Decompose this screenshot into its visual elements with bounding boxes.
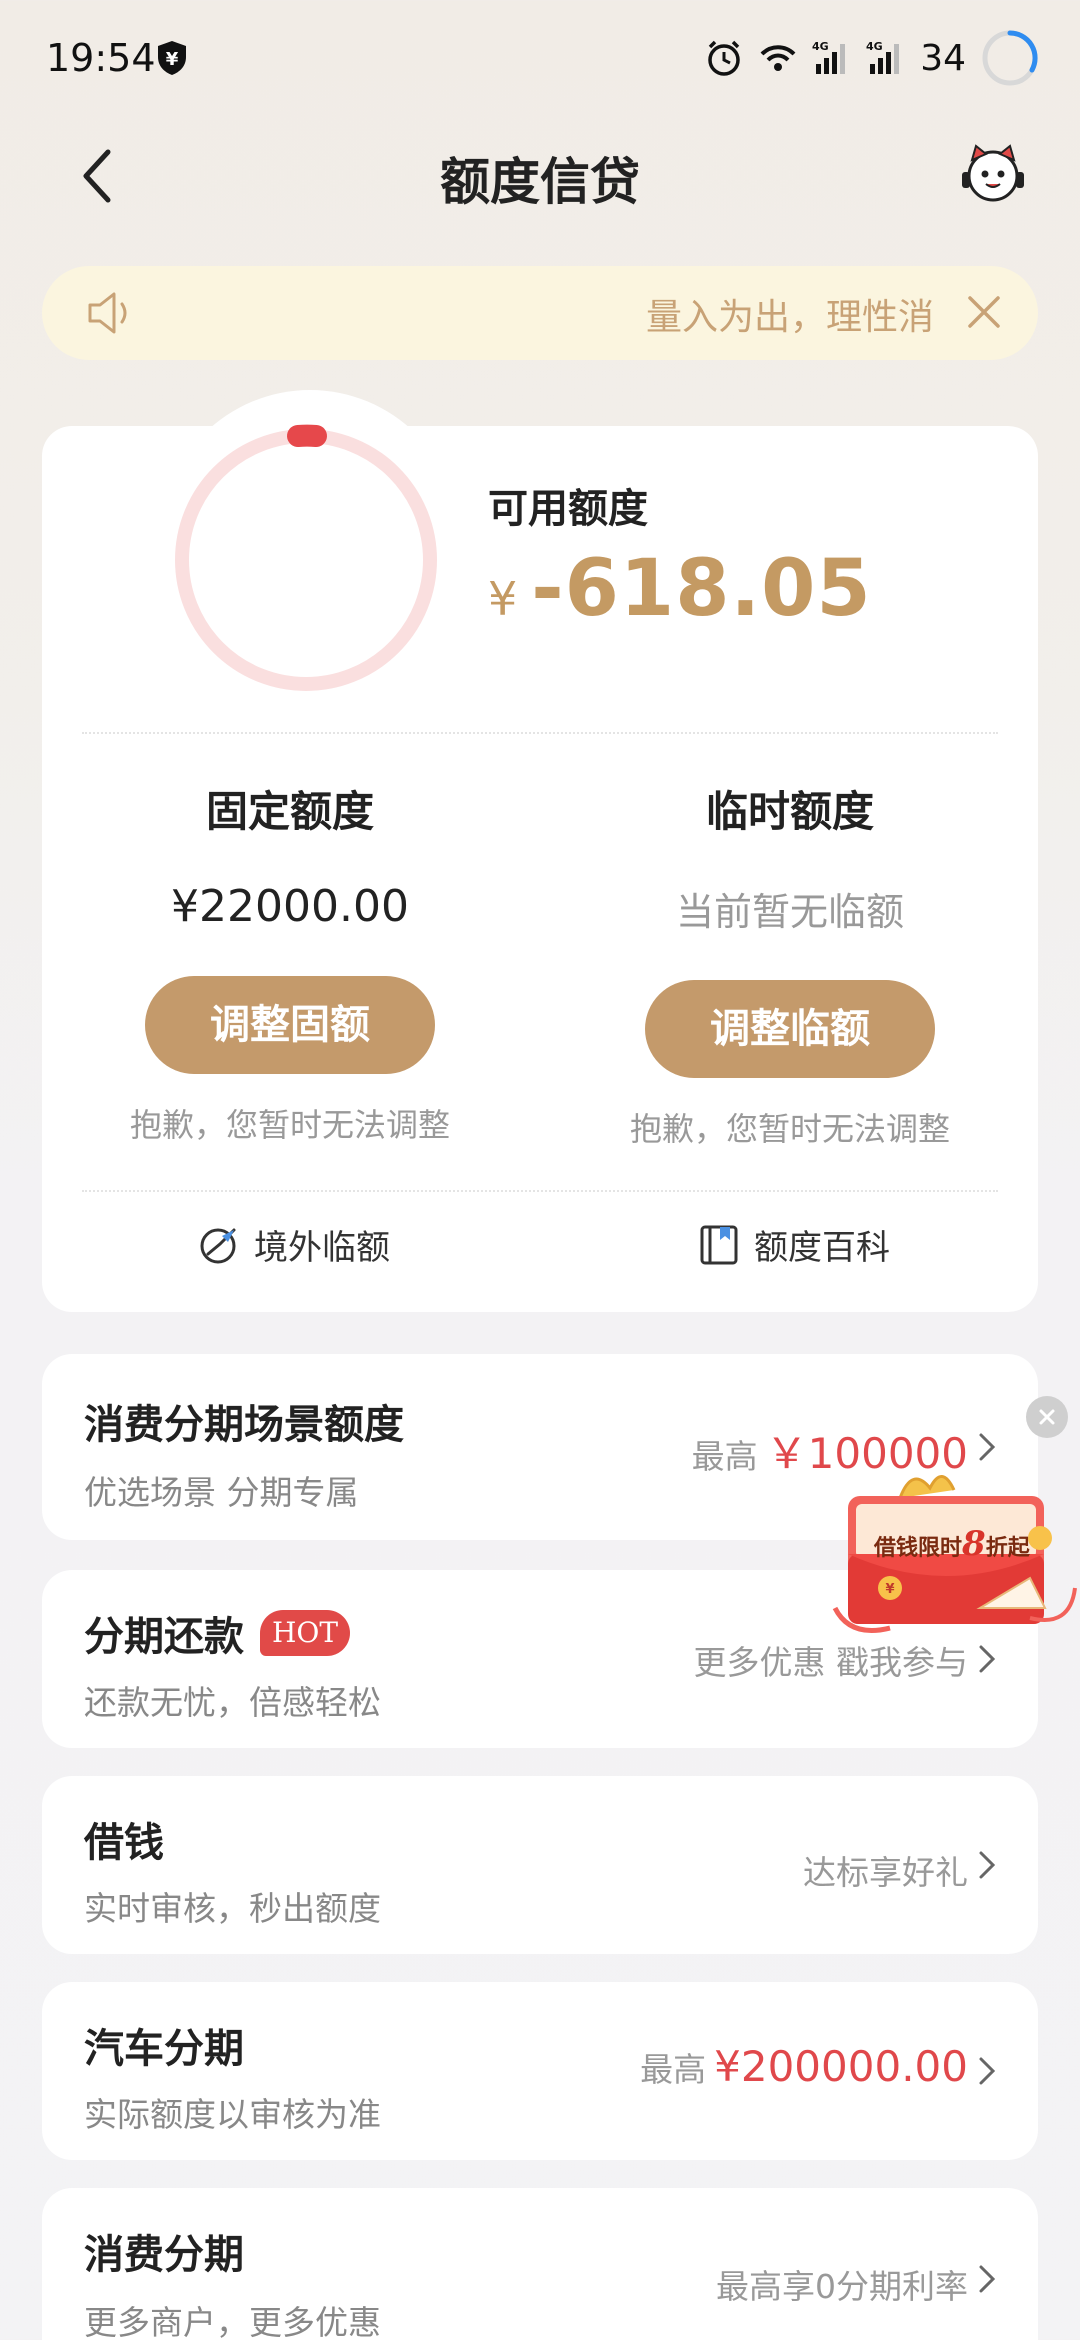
list-item-title: 汽车分期: [84, 2026, 244, 2072]
overseas-credit-link[interactable]: 境外临额: [198, 1220, 390, 1269]
list-item-subtitle: 还款无忧，倍感轻松: [84, 1683, 381, 1722]
list-item-consumer-installment[interactable]: 消费分期 更多商户，更多优惠 最高享0分期利率: [42, 2188, 1038, 2340]
list-item-subtitle: 更多商户，更多优惠: [84, 2303, 381, 2340]
promo-discount-number: 8: [962, 1524, 986, 1564]
adjust-fixed-button[interactable]: 调整固额: [145, 976, 435, 1074]
battery-ring-icon: [982, 30, 1038, 86]
list-item-subtitle: 实际额度以审核为准: [84, 2095, 381, 2134]
list-item-title: 消费分期: [84, 2232, 244, 2278]
promo-text-a: 借钱限时: [874, 1535, 963, 1561]
promo-text: 借钱限时8折起: [874, 1524, 1030, 1564]
status-time: 19:54: [46, 36, 156, 80]
fixed-credit-title: 固定额度: [205, 787, 374, 836]
promo-text-b: 折起: [985, 1535, 1030, 1561]
battery-level: 34: [920, 37, 966, 79]
list-item-right-text: 达标享好礼: [803, 1853, 968, 1892]
max-prefix: 最高: [691, 1437, 758, 1476]
book-icon: [700, 1225, 738, 1264]
currency-symbol: ¥: [488, 572, 518, 626]
list-item-title: 借钱: [84, 1820, 164, 1866]
wifi-icon: [760, 45, 796, 71]
adjust-temp-button[interactable]: 调整临额: [645, 980, 935, 1078]
temp-credit-note: 抱歉，您暂时无法调整: [629, 1110, 950, 1148]
nav-header: 额度信贷: [0, 120, 1080, 230]
mascot-avatar-icon[interactable]: [958, 138, 1028, 208]
svg-text:4G: 4G: [812, 40, 829, 53]
available-amount: -618.05: [531, 544, 872, 634]
chevron-right-icon: [979, 2057, 996, 2085]
temp-credit-value: 当前暂无临额: [675, 890, 904, 934]
credit-encyclopedia-label: 额度百科: [754, 1228, 890, 1268]
promo-red-envelope[interactable]: ¥ 借钱限时8折起: [830, 1458, 1080, 1678]
signal-4g-icon-2: 4G: [866, 40, 900, 74]
close-icon[interactable]: [964, 292, 1004, 332]
status-bar: 19:54 ¥ 4G 4G 34: [0, 0, 1080, 120]
notice-bar[interactable]: 量入为出，理性消: [42, 266, 1038, 360]
fixed-credit-column: 固定额度 ¥22000.00 调整固额 抱歉，您暂时无法调整: [90, 778, 490, 1146]
status-icons: 4G 4G 34: [704, 28, 1040, 88]
close-icon: [1039, 1409, 1055, 1425]
svg-text:4G: 4G: [866, 40, 883, 53]
alarm-icon: [708, 40, 740, 76]
list-item-borrow[interactable]: 借钱 实时审核，秒出额度 达标享好礼: [42, 1776, 1038, 1954]
max-amount: ¥200000.00: [714, 2042, 968, 2091]
signal-4g-icon: 4G: [812, 40, 846, 74]
hot-badge: HOT: [260, 1610, 351, 1656]
list-item-car-installment[interactable]: 汽车分期 实际额度以审核为准 最高 ¥200000.00: [42, 1982, 1038, 2160]
max-prefix: 最高: [640, 2050, 707, 2089]
promo-close-button[interactable]: [1026, 1396, 1068, 1438]
available-credit-value: ¥ -618.05: [488, 544, 872, 634]
temp-credit-column: 临时额度 当前暂无临额 调整临额 抱歉，您暂时无法调整: [590, 778, 990, 1150]
shield-yen-icon: ¥: [158, 41, 186, 75]
divider: [82, 732, 998, 734]
page-title: 额度信贷: [440, 153, 640, 211]
red-envelope-icon: ¥: [832, 1475, 1077, 1633]
list-item-subtitle: 实时审核，秒出额度: [84, 1889, 381, 1928]
credit-usage-ring: [175, 424, 437, 691]
credit-card-panel: 可用额度 ¥ -618.05 固定额度 ¥22000.00 调整固额 抱歉，您暂…: [42, 390, 1038, 1312]
overseas-credit-label: 境外临额: [254, 1228, 390, 1268]
available-credit-label: 可用额度: [488, 486, 648, 532]
speaker-icon: [88, 292, 127, 334]
divider: [82, 1190, 998, 1192]
list-item-right-text: 最高享0分期利率: [716, 2267, 968, 2306]
svg-text:¥: ¥: [166, 49, 179, 70]
list-item-right: 最高 ¥200000.00: [640, 2042, 968, 2091]
chevron-right-icon: [979, 1851, 996, 1879]
fixed-credit-note: 抱歉，您暂时无法调整: [129, 1106, 450, 1144]
svg-text:¥: ¥: [885, 1582, 894, 1597]
temp-credit-title: 临时额度: [705, 787, 874, 836]
notice-text: 量入为出，理性消: [645, 297, 934, 338]
chevron-right-icon: [979, 2265, 996, 2293]
list-item-title: 消费分期场景额度: [84, 1402, 404, 1448]
credit-encyclopedia-link[interactable]: 额度百科: [698, 1220, 890, 1269]
list-item-subtitle: 优选场景 分期专属: [84, 1473, 359, 1512]
list-item-title: 分期还款: [84, 1614, 244, 1660]
fixed-credit-value: ¥22000.00: [171, 881, 409, 932]
plane-globe-icon: [200, 1228, 236, 1263]
list-item-title-row: 分期还款 HOT: [84, 1604, 351, 1662]
